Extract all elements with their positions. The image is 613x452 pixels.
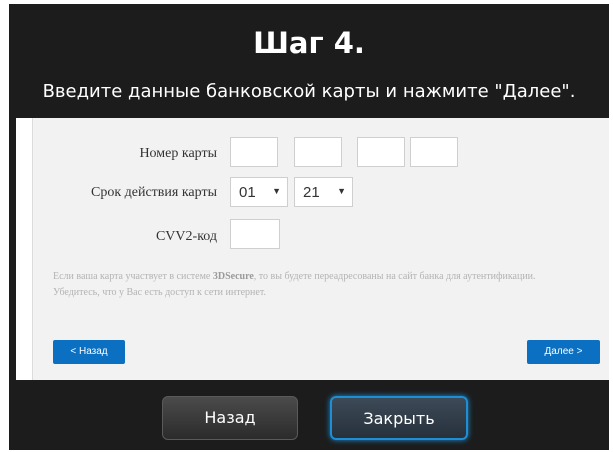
note-3dsecure: 3DSecure	[212, 271, 254, 282]
expiry-month-select[interactable]: 01 ▼	[230, 177, 288, 207]
chevron-down-icon: ▼	[337, 186, 346, 196]
expiry-label: Срок действия карты	[91, 185, 217, 200]
panel-next-button[interactable]: Далее >	[527, 340, 600, 364]
chevron-down-icon: ▼	[272, 186, 281, 196]
expiry-year-select[interactable]: 21 ▼	[294, 177, 353, 207]
card-number-label: Номер карты	[139, 146, 217, 161]
panel-left-edge	[16, 118, 32, 380]
cvv-field[interactable]	[230, 219, 280, 249]
card-number-field-2[interactable]	[294, 137, 342, 167]
cvv-label: CVV2-код	[155, 229, 217, 244]
step-subtitle: Введите данные банковской карты и нажмит…	[42, 81, 576, 102]
card-number-field-3[interactable]	[357, 137, 405, 167]
card-number-field-1[interactable]	[230, 137, 278, 167]
panel-divider	[32, 118, 33, 380]
note-part-1: Если ваша карта участвует в системе	[53, 271, 213, 282]
3dsecure-note: Если ваша карта участвует в системе 3DSe…	[53, 269, 553, 301]
card-number-field-4[interactable]	[410, 137, 458, 167]
panel-back-button[interactable]: < Назад	[53, 340, 125, 364]
dialog: Шаг 4. Введите данные банковской карты и…	[9, 4, 609, 450]
expiry-month-value: 01	[239, 184, 256, 201]
step-title: Шаг 4.	[253, 26, 365, 60]
close-button[interactable]: Закрыть	[330, 396, 468, 440]
back-button[interactable]: Назад	[162, 396, 298, 440]
expiry-year-value: 21	[303, 184, 320, 201]
